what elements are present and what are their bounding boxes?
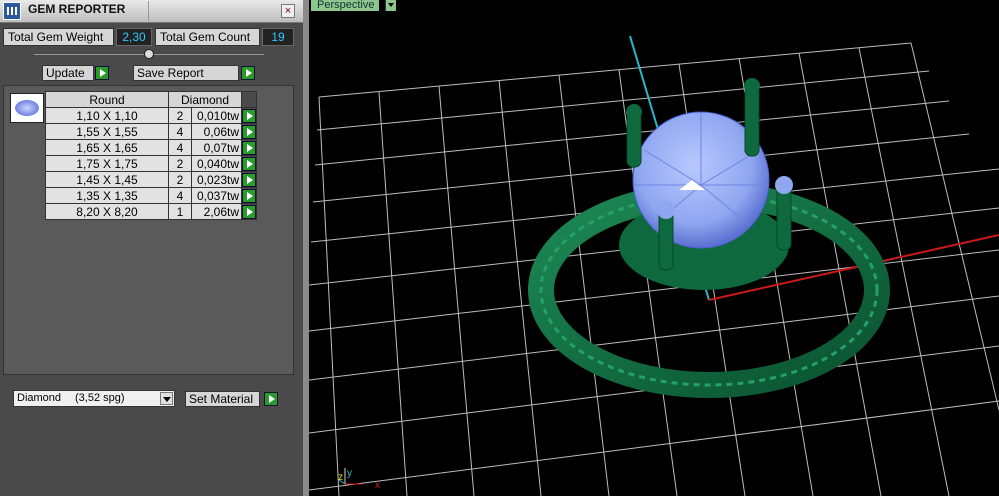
axis-y-label: y (347, 468, 352, 479)
gem-count: 2 (168, 107, 192, 124)
viewport-scene: z y x (309, 35, 999, 496)
material-name: Diamond (17, 392, 62, 404)
row-select-icon[interactable] (242, 204, 256, 219)
row-select-icon[interactable] (242, 108, 256, 123)
chevron-down-icon[interactable] (160, 392, 173, 405)
view-menu-chevron-icon[interactable] (385, 0, 396, 11)
set-material-button[interactable]: Set Material (185, 391, 260, 407)
row-select-icon[interactable] (242, 156, 256, 171)
table-row[interactable]: 1,65 X 1,65 4 0,07tw (45, 139, 257, 156)
panel-title: GEM REPORTER (28, 2, 126, 16)
row-select-icon[interactable] (242, 140, 256, 155)
gem-size: 1,65 X 1,65 (45, 139, 169, 156)
gem-weight: 0,023tw (191, 171, 242, 188)
axis-x-label: x (375, 480, 380, 491)
gem-count: 2 (168, 171, 192, 188)
material-dropdown[interactable]: Diamond (3,52 spg) (13, 390, 175, 407)
gem-table: Round Diamond 1,10 X 1,10 2 0,010tw 1,55… (45, 91, 257, 220)
gem-weight: 0,040tw (191, 155, 242, 172)
material-spg: (3,52 spg) (75, 392, 125, 404)
save-report-go-icon[interactable] (241, 66, 255, 80)
gem-weight: 0,07tw (191, 139, 242, 156)
gem-size: 1,10 X 1,10 (45, 107, 169, 124)
table-row[interactable]: 1,55 X 1,55 4 0,06tw (45, 123, 257, 140)
update-button[interactable]: Update (42, 65, 94, 81)
gem-count: 4 (168, 139, 192, 156)
gem-reporter-icon (3, 2, 21, 20)
3d-viewport[interactable]: z y x Perspective (309, 0, 999, 496)
table-row[interactable]: 8,20 X 8,20 1 2,06tw (45, 203, 257, 220)
gem-reporter-panel: GEM REPORTER × Total Gem Weight 2,30 Tot… (0, 0, 303, 496)
gem-size: 1,45 X 1,45 (45, 171, 169, 188)
gem-count: 1 (168, 203, 192, 220)
titlebar-divider (148, 1, 149, 21)
axis-z-label: z (338, 472, 343, 483)
gem-weight: 0,06tw (191, 123, 242, 140)
gem-count: 4 (168, 187, 192, 204)
round-gem-thumbnail-icon[interactable] (10, 93, 44, 123)
total-gem-weight-value: 2,30 (116, 28, 152, 46)
close-button[interactable]: × (281, 4, 295, 18)
ring-model[interactable] (528, 78, 890, 398)
table-row[interactable]: 1,75 X 1,75 2 0,040tw (45, 155, 257, 172)
row-select-icon[interactable] (242, 124, 256, 139)
gem-count: 2 (168, 155, 192, 172)
total-gem-weight-label: Total Gem Weight (3, 28, 114, 46)
gem-count: 4 (168, 123, 192, 140)
table-row[interactable]: 1,10 X 1,10 2 0,010tw (45, 107, 257, 124)
gem-weight: 0,037tw (191, 187, 242, 204)
table-row[interactable]: 1,45 X 1,45 2 0,023tw (45, 171, 257, 188)
view-mode-label[interactable]: Perspective (311, 0, 380, 11)
column-header-shape: Round (45, 91, 169, 108)
gem-size: 1,55 X 1,55 (45, 123, 169, 140)
update-go-icon[interactable] (95, 66, 109, 80)
column-header-material: Diamond (168, 91, 242, 108)
gem-size: 8,20 X 8,20 (45, 203, 169, 220)
save-report-button[interactable]: Save Report (133, 65, 239, 81)
gem-weight: 2,06tw (191, 203, 242, 220)
slider-handle[interactable] (144, 49, 154, 59)
total-gem-count-value: 19 (262, 28, 294, 46)
gem-size: 1,35 X 1,35 (45, 187, 169, 204)
table-row[interactable]: 1,35 X 1,35 4 0,037tw (45, 187, 257, 204)
panel-titlebar: GEM REPORTER × (0, 0, 303, 23)
total-gem-count-label: Total Gem Count (155, 28, 260, 46)
set-material-go-icon[interactable] (264, 392, 278, 406)
gem-weight: 0,010tw (191, 107, 242, 124)
row-select-icon[interactable] (242, 172, 256, 187)
gem-size: 1,75 X 1,75 (45, 155, 169, 172)
row-select-icon[interactable] (242, 188, 256, 203)
